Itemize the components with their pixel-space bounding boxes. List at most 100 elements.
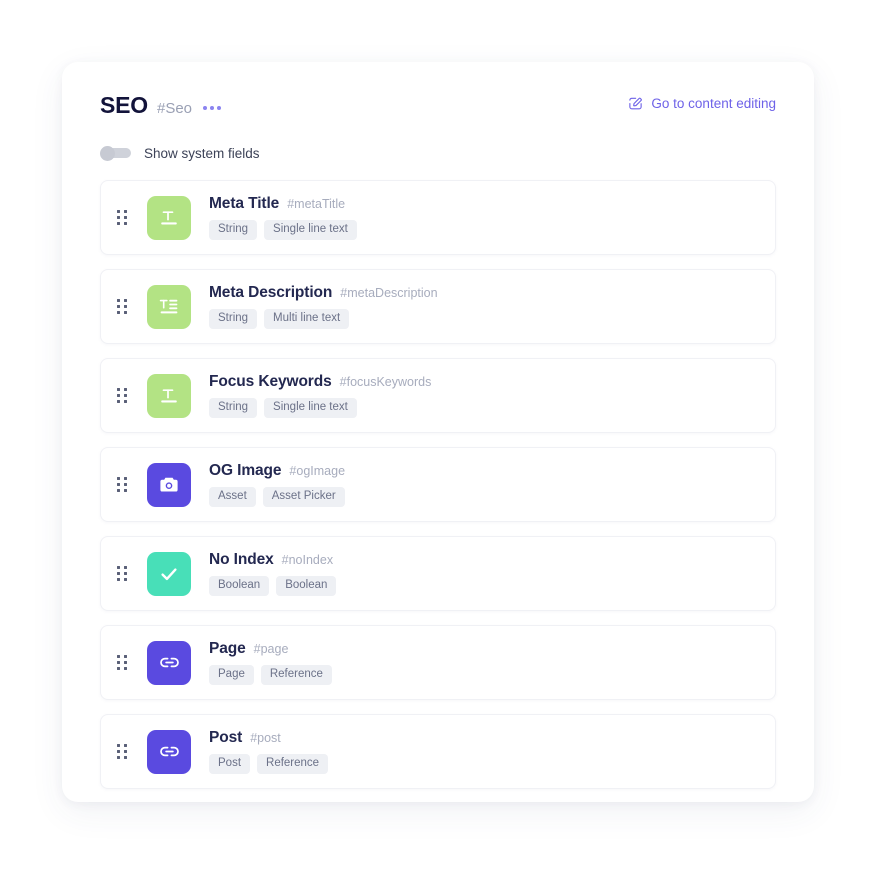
drag-dot — [117, 210, 120, 213]
drag-dot — [124, 756, 127, 759]
drag-dot — [124, 483, 127, 486]
page-title: SEO — [100, 92, 148, 118]
field-row[interactable]: Focus Keywords #focusKeywords String Single… — [100, 358, 776, 433]
camera-icon — [157, 473, 181, 497]
field-tag-row: Boolean Boolean — [209, 575, 337, 597]
drag-dot — [124, 750, 127, 753]
field-name: Post — [209, 728, 243, 746]
drag-dot — [124, 572, 127, 575]
drag-dot — [124, 667, 127, 670]
field-row[interactable]: Meta Description #metaDescription String Mu… — [100, 269, 776, 344]
field-list: Meta Title #metaTitle String Single line te… — [100, 180, 776, 789]
field-api-id: #metaTitle — [287, 196, 346, 211]
three-dots-icon[interactable] — [201, 102, 223, 114]
drag-handle-icon[interactable] — [117, 477, 133, 492]
field-type-tile — [147, 195, 191, 240]
check-icon — [157, 562, 181, 586]
drag-dot — [124, 655, 127, 658]
field-api-id: #post — [250, 730, 281, 745]
field-type-tile — [147, 462, 191, 507]
drag-dot — [117, 750, 120, 753]
single-line-text-icon — [156, 205, 182, 231]
single-line-text-icon — [156, 383, 182, 409]
field-tag: Single line text — [264, 397, 357, 419]
show-system-fields-label: Show system fields — [144, 145, 260, 161]
field-tag: Reference — [260, 664, 332, 686]
field-tag: Reference — [257, 753, 329, 775]
field-tag-row: Post Reference — [209, 753, 329, 775]
field-name: Focus Keywords — [209, 372, 332, 390]
field-row[interactable]: Post #post Post Reference — [100, 714, 776, 789]
drag-dot — [117, 655, 120, 658]
field-tag: Post — [209, 753, 251, 775]
drag-handle-icon[interactable] — [117, 299, 133, 314]
field-tag-row: String Single line text — [209, 219, 357, 241]
drag-dot — [124, 489, 127, 492]
drag-handle-icon[interactable] — [117, 210, 133, 225]
dot-1 — [203, 106, 208, 110]
field-api-id: #ogImage — [289, 463, 346, 478]
field-type-tile — [147, 551, 191, 596]
field-name: OG Image — [209, 461, 282, 479]
field-api-id: #page — [253, 641, 289, 656]
go-to-content-editing-link[interactable]: Go to content editing — [628, 96, 776, 111]
drag-dot — [117, 216, 120, 219]
field-tag: String — [209, 219, 258, 241]
drag-dot — [117, 305, 120, 308]
drag-handle-icon[interactable] — [117, 566, 133, 581]
show-system-fields-toggle[interactable] — [100, 145, 131, 161]
drag-handle-icon[interactable] — [117, 655, 133, 670]
app-root: SEO #Seo Go to content editing Show syst… — [0, 0, 875, 875]
drag-dot — [124, 400, 127, 403]
drag-dot — [117, 311, 120, 314]
field-info: OG Image #ogImage Asset Asset Picker — [209, 462, 345, 508]
field-tag: Asset — [209, 486, 256, 508]
drag-dot — [124, 477, 127, 480]
title-group: SEO #Seo — [100, 92, 223, 119]
drag-dot — [124, 216, 127, 219]
drag-dot — [117, 477, 120, 480]
field-name: Meta Title — [209, 194, 280, 212]
field-title-line: Post #post — [209, 729, 328, 747]
field-type-tile — [147, 640, 191, 685]
drag-dot — [124, 299, 127, 302]
field-tag-row: Asset Asset Picker — [209, 486, 345, 508]
link-icon — [157, 650, 182, 675]
field-tag: String — [209, 308, 258, 330]
panel-header: SEO #Seo Go to content editing — [100, 92, 776, 122]
field-info: Meta Description #metaDescription String Mu… — [209, 284, 438, 330]
drag-dot — [117, 756, 120, 759]
field-title-line: Focus Keywords #focusKeywords — [209, 373, 431, 391]
drag-dot — [117, 572, 120, 575]
drag-dot — [124, 311, 127, 314]
drag-dot — [124, 394, 127, 397]
drag-dot — [117, 222, 120, 225]
field-row[interactable]: Meta Title #metaTitle String Single line te… — [100, 180, 776, 255]
drag-handle-icon[interactable] — [117, 388, 133, 403]
drag-dot — [124, 578, 127, 581]
show-system-fields-row: Show system fields — [100, 142, 776, 164]
field-info: Meta Title #metaTitle String Single line te… — [209, 195, 357, 241]
drag-dot — [124, 222, 127, 225]
field-row[interactable]: No Index #noIndex Boolean Boolean — [100, 536, 776, 611]
dot-2 — [210, 106, 215, 110]
field-api-id: #noIndex — [281, 552, 334, 567]
field-title-line: No Index #noIndex — [209, 551, 336, 569]
field-type-tile — [147, 729, 191, 774]
drag-dot — [124, 305, 127, 308]
drag-dot — [117, 744, 120, 747]
drag-dot — [124, 744, 127, 747]
field-row[interactable]: Page #page Page Reference — [100, 625, 776, 700]
field-name: No Index — [209, 550, 274, 568]
drag-handle-icon[interactable] — [117, 744, 133, 759]
field-title-line: Page #page — [209, 640, 332, 658]
field-tag: Multi line text — [264, 308, 350, 330]
go-to-content-editing-label: Go to content editing — [651, 96, 776, 111]
field-tag: String — [209, 397, 258, 419]
field-info: Focus Keywords #focusKeywords String Single… — [209, 373, 431, 419]
field-tag: Asset Picker — [262, 486, 345, 508]
field-tag: Page — [209, 664, 254, 686]
drag-dot — [117, 388, 120, 391]
edit-square-icon — [628, 96, 643, 111]
field-row[interactable]: OG Image #ogImage Asset Asset Picker — [100, 447, 776, 522]
